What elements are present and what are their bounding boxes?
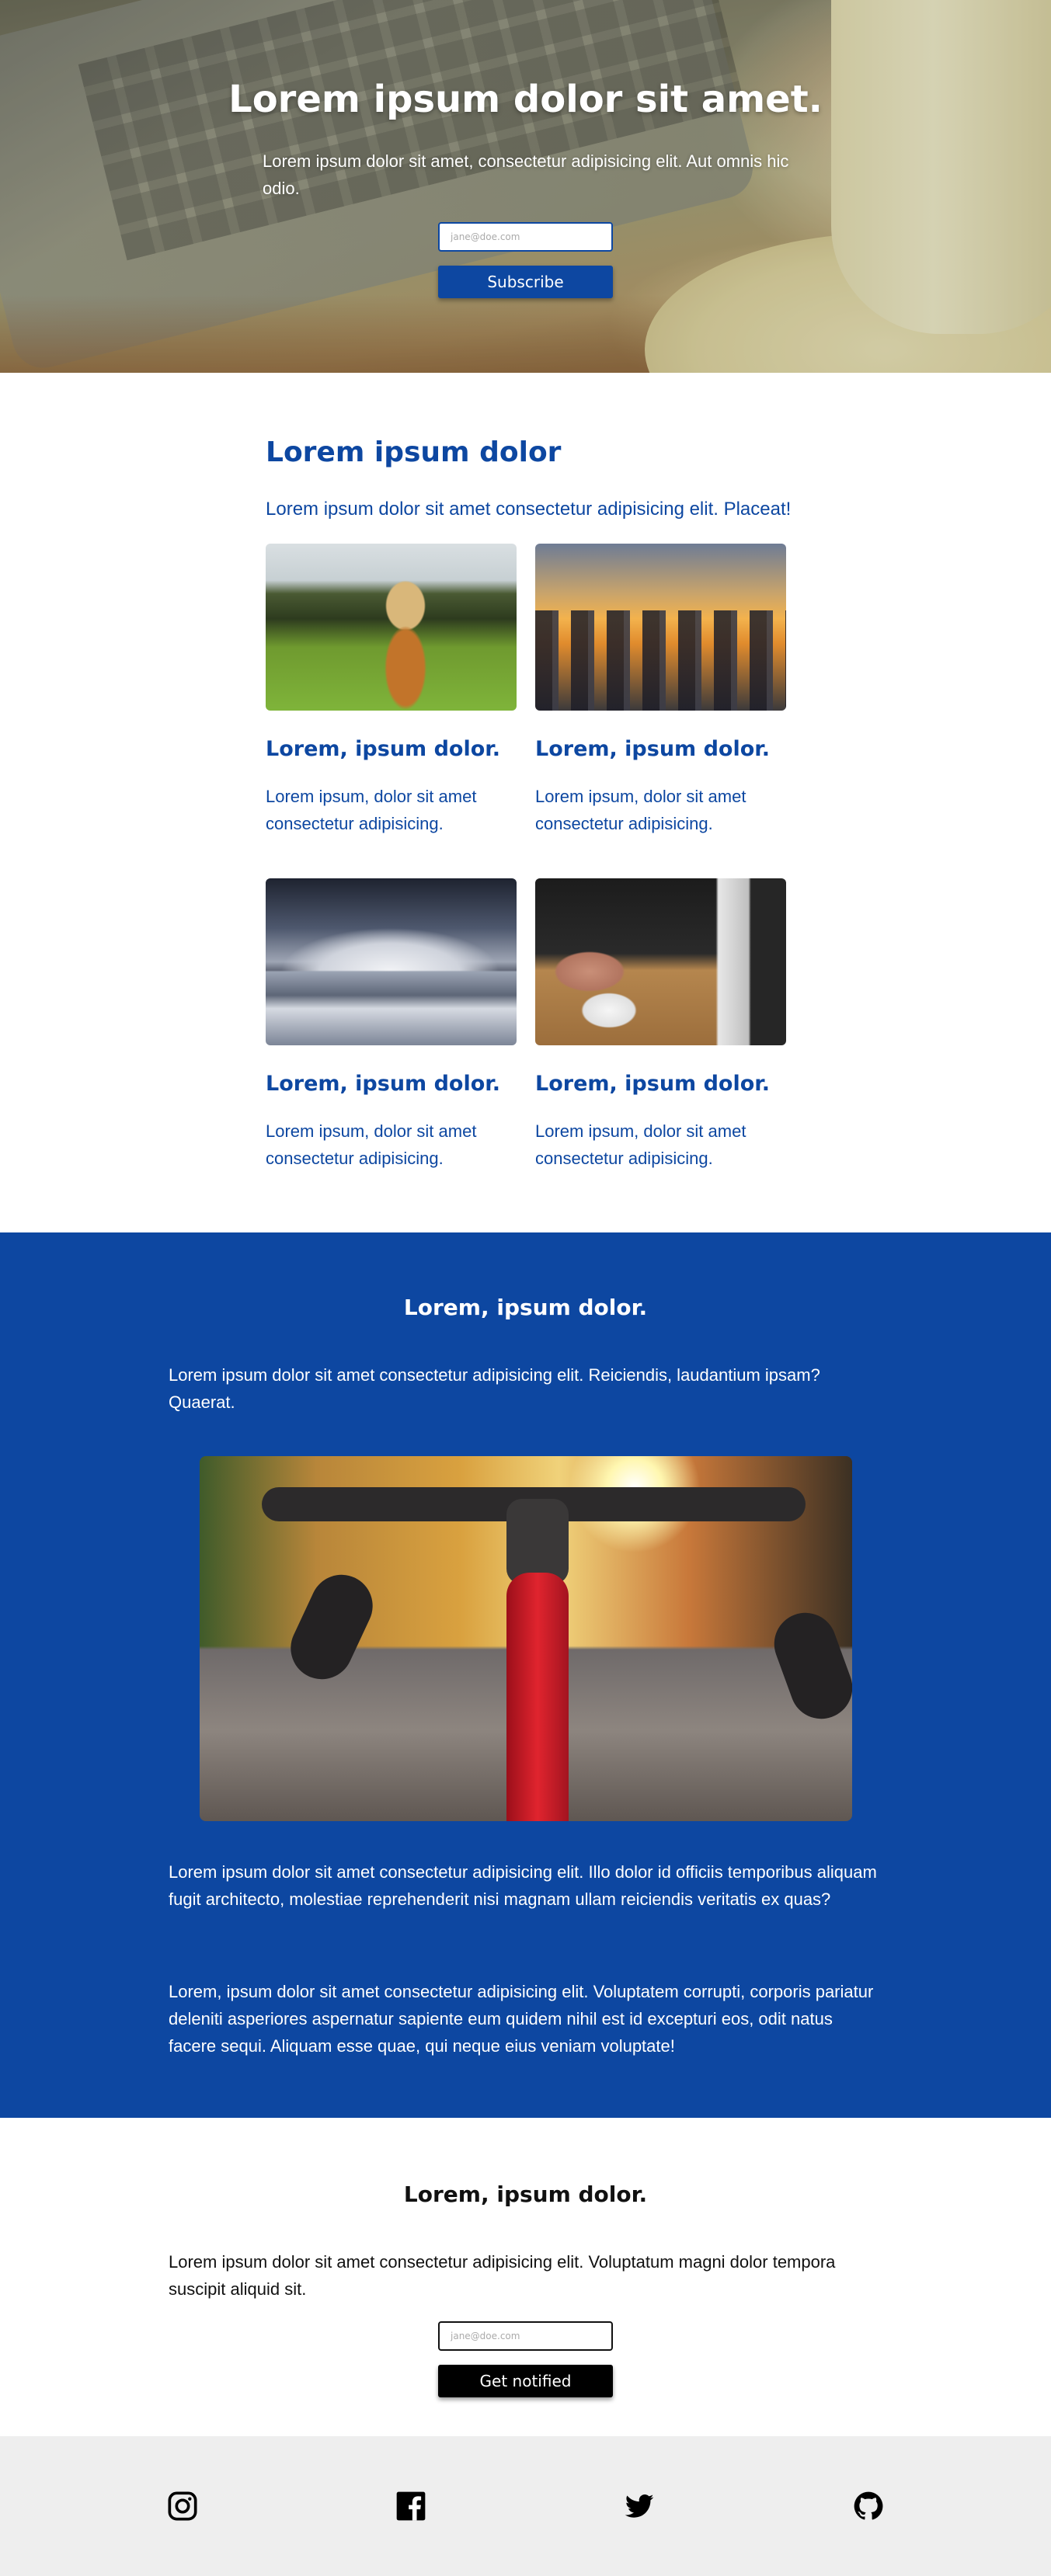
about-heading: Lorem, ipsum dolor. — [403, 1295, 648, 1320]
features-heading: Lorem ipsum dolor — [266, 436, 562, 468]
hero-section: Lorem ipsum dolor sit amet. Lorem ipsum … — [0, 0, 1051, 373]
card-text: Lorem ipsum, dolor sit amet consectetur … — [266, 787, 477, 833]
card-title: Lorem, ipsum dolor. — [535, 1072, 770, 1096]
facebook-icon[interactable] — [395, 2491, 426, 2522]
card-title: Lorem, ipsum dolor. — [535, 737, 770, 761]
hero-title: Lorem ipsum dolor sit amet. — [228, 78, 823, 121]
hero-content: Lorem ipsum dolor sit amet. Lorem ipsum … — [0, 0, 1051, 373]
bicycle-image — [200, 1456, 852, 1821]
twitter-icon[interactable] — [624, 2491, 655, 2522]
bike-frame — [506, 1573, 569, 1821]
card-text: Lorem ipsum, dolor sit amet consectetur … — [535, 787, 746, 833]
about-paragraph-2: Lorem ipsum dolor sit amet consectetur a… — [169, 1862, 877, 1909]
features-section: Lorem ipsum dolor Lorem ipsum dolor sit … — [0, 373, 1051, 1232]
card-image-field — [266, 544, 517, 711]
feature-card: Lorem, ipsum dolor. Lorem ipsum, dolor s… — [535, 544, 786, 837]
card-title: Lorem, ipsum dolor. — [266, 1072, 500, 1096]
bike-grip-left — [280, 1564, 383, 1690]
about-paragraph-1: Lorem ipsum dolor sit amet consectetur a… — [169, 1365, 820, 1412]
bike-grip-right — [765, 1604, 852, 1728]
card-text: Lorem ipsum, dolor sit amet consectetur … — [535, 1121, 746, 1168]
feature-card: Lorem, ipsum dolor. Lorem ipsum, dolor s… — [266, 878, 517, 1172]
instagram-icon[interactable] — [167, 2491, 198, 2522]
features-lead: Lorem ipsum dolor sit amet consectetur a… — [266, 499, 792, 520]
feature-card: Lorem, ipsum dolor. Lorem ipsum, dolor s… — [266, 544, 517, 837]
card-title: Lorem, ipsum dolor. — [266, 737, 500, 761]
card-image-desk — [535, 878, 786, 1045]
hero-email-input[interactable] — [438, 222, 613, 252]
hero-subtitle: Lorem ipsum dolor sit amet, consectetur … — [263, 151, 789, 198]
notify-email-input[interactable] — [438, 2321, 613, 2351]
about-paragraph-3: Lorem, ipsum dolor sit amet consectetur … — [169, 1982, 874, 2056]
card-image-city — [535, 544, 786, 711]
card-image-mountain — [266, 878, 517, 1045]
bike-stem — [506, 1499, 569, 1584]
footer — [0, 2436, 1051, 2576]
about-section: Lorem, ipsum dolor. Lorem ipsum dolor si… — [0, 1232, 1051, 2118]
notify-section: Lorem, ipsum dolor. Lorem ipsum dolor si… — [0, 2118, 1051, 2436]
feature-card: Lorem, ipsum dolor. Lorem ipsum, dolor s… — [535, 878, 786, 1172]
card-text: Lorem ipsum, dolor sit amet consectetur … — [266, 1121, 477, 1168]
notify-text: Lorem ipsum dolor sit amet consectetur a… — [169, 2252, 836, 2299]
notify-heading: Lorem, ipsum dolor. — [403, 2181, 648, 2207]
github-icon[interactable] — [853, 2491, 884, 2522]
subscribe-button[interactable]: Subscribe — [438, 266, 613, 298]
get-notified-button[interactable]: Get notified — [438, 2365, 613, 2397]
